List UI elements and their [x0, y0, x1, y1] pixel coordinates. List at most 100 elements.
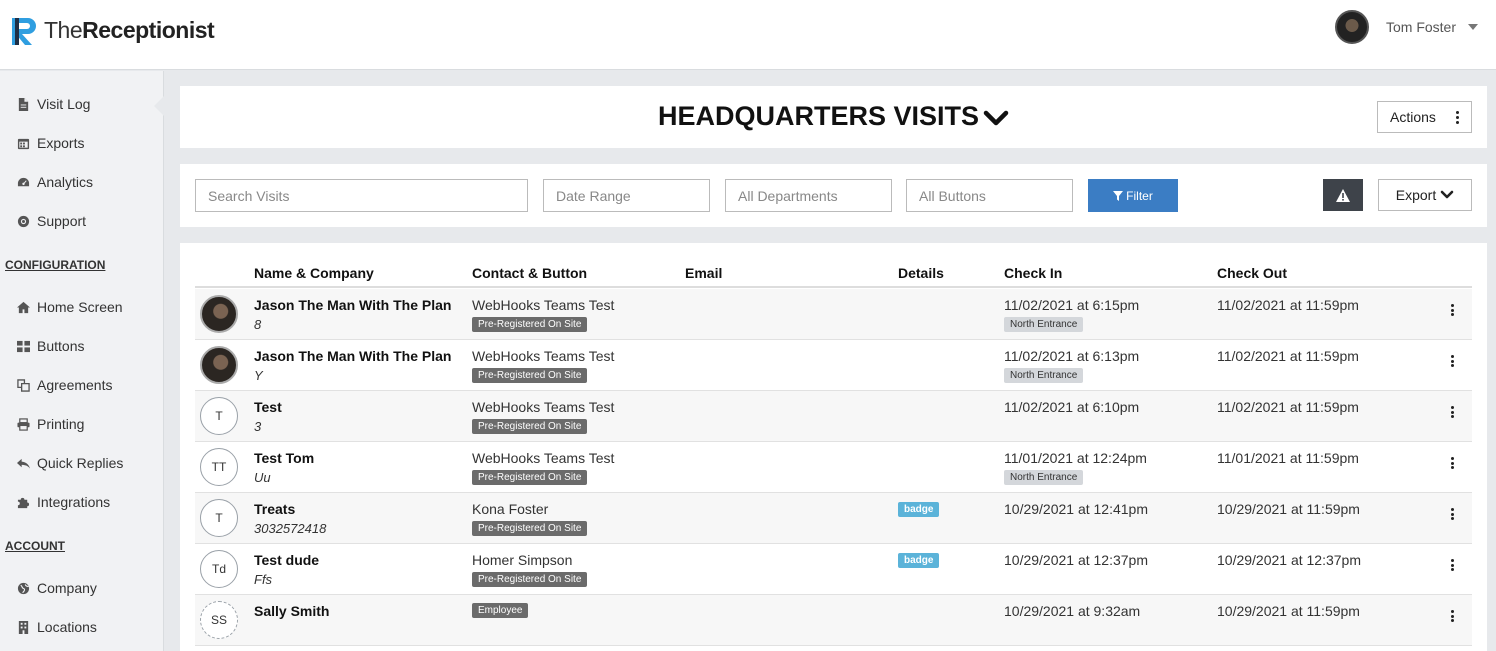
- table-header: Name & Company Contact & Button Email De…: [195, 243, 1472, 288]
- check-out-time: 11/02/2021 at 11:59pm: [1217, 399, 1359, 415]
- sidebar-item-analytics[interactable]: Analytics: [16, 172, 93, 192]
- sidebar-item-exports[interactable]: Exports: [16, 133, 84, 153]
- sidebar-item-home-screen[interactable]: Home Screen: [16, 297, 123, 317]
- location-selector[interactable]: HEADQUARTERS VISITS: [180, 101, 1487, 132]
- column-header[interactable]: Name & Company: [254, 265, 374, 281]
- sidebar-item-label: Printing: [37, 416, 85, 432]
- column-header[interactable]: Check In: [1004, 265, 1062, 281]
- visitor-name[interactable]: Sally Smith: [254, 603, 329, 619]
- contact-name: WebHooks Teams Test: [472, 450, 615, 466]
- chevron-down-icon[interactable]: [1468, 24, 1478, 30]
- sidebar-item-locations[interactable]: Locations: [16, 617, 97, 637]
- column-header[interactable]: Check Out: [1217, 265, 1287, 281]
- buttons-select[interactable]: All Buttons: [906, 179, 1073, 212]
- button-tag: Employee: [472, 603, 529, 618]
- sidebar-item-label: Support: [37, 213, 87, 229]
- user-name[interactable]: Tom Foster: [1386, 19, 1456, 35]
- table-row[interactable]: T Treats 3032572418 Kona Foster Pre-Register…: [195, 493, 1472, 544]
- sidebar-item-label: Integrations: [37, 494, 111, 510]
- visitor-name[interactable]: Test Tom: [254, 450, 314, 466]
- table-row[interactable]: SS Sally Smith Employee 10/29/2021 at 9:32a…: [195, 595, 1472, 646]
- visitor-name[interactable]: Jason The Man With The Plan: [254, 348, 451, 364]
- check-out-time: 11/01/2021 at 11:59pm: [1217, 450, 1359, 466]
- button-tag: Pre-Registered On Site: [472, 521, 588, 536]
- chevron-down-icon: [1440, 190, 1454, 199]
- badge-tag[interactable]: badge: [898, 553, 940, 568]
- avatar[interactable]: [1334, 10, 1369, 44]
- export-label: Export: [1395, 187, 1437, 203]
- table-row[interactable]: Jason The Man With The Plan 8 WebHooks Tea…: [195, 289, 1472, 340]
- row-menu-icon[interactable]: [1451, 508, 1454, 522]
- sidebar-item-company[interactable]: Company: [16, 578, 97, 598]
- contact-name: WebHooks Teams Test: [472, 348, 615, 364]
- avatar: TT: [200, 448, 238, 486]
- visitor-name[interactable]: Jason The Man With The Plan: [254, 297, 451, 313]
- check-out-time: 10/29/2021 at 11:59pm: [1217, 603, 1360, 619]
- table-row[interactable]: T Test 3 WebHooks Teams Test Pre-Registered …: [195, 391, 1472, 442]
- table-row[interactable]: Jason The Man With The Plan Y WebHooks Tea…: [195, 340, 1472, 391]
- check-in-time: 10/29/2021 at 9:32am: [1004, 603, 1141, 619]
- sidebar-item-printing[interactable]: Printing: [16, 414, 84, 434]
- column-header[interactable]: Contact & Button: [472, 265, 587, 281]
- visitor-name[interactable]: Treats: [254, 501, 295, 517]
- contact-name: Homer Simpson: [472, 552, 573, 568]
- column-header[interactable]: Email: [685, 265, 722, 281]
- chevron-down-icon[interactable]: [983, 109, 1009, 127]
- row-menu-icon[interactable]: [1451, 610, 1454, 624]
- visitor-name[interactable]: Test dude: [254, 552, 319, 568]
- search-input[interactable]: Search Visits: [195, 179, 528, 212]
- visitor-company: Y: [254, 368, 263, 383]
- visitor-company: 8: [254, 317, 262, 332]
- button-tag: Pre-Registered On Site: [472, 419, 588, 434]
- row-menu-icon[interactable]: [1451, 559, 1454, 573]
- user-menu[interactable]: Tom Foster: [1334, 10, 1478, 44]
- visitor-company: Uu: [254, 470, 271, 485]
- title-panel: HEADQUARTERS VISITS Actions: [180, 86, 1487, 148]
- avatar: Td: [200, 550, 238, 588]
- funnel-icon: [1113, 190, 1124, 201]
- sidebar-item-visit-log[interactable]: Visit Log: [16, 94, 90, 114]
- filter-button[interactable]: Filter: [1088, 179, 1178, 212]
- visitor-company: 3: [254, 419, 262, 434]
- check-out-time: 10/29/2021 at 11:59pm: [1217, 501, 1360, 517]
- badge-tag[interactable]: badge: [898, 502, 940, 517]
- sidebar-item-integrations[interactable]: Integrations: [16, 492, 110, 512]
- date-range-input[interactable]: Date Range: [543, 179, 710, 212]
- row-menu-icon[interactable]: [1451, 457, 1454, 471]
- sidebar-item-buttons[interactable]: Buttons: [16, 336, 84, 356]
- row-menu-icon[interactable]: [1451, 304, 1454, 318]
- column-header[interactable]: Details: [898, 265, 944, 281]
- alert-button[interactable]: [1323, 179, 1363, 211]
- sidebar-item-label: Home Screen: [37, 299, 123, 315]
- sidebar-item-agreements[interactable]: Agreements: [16, 375, 112, 395]
- row-menu-icon[interactable]: [1451, 406, 1454, 420]
- logo[interactable]: TheReceptionist: [10, 14, 215, 46]
- sidebar-item-label: Visit Log: [37, 96, 91, 112]
- building-icon: [16, 620, 30, 634]
- check-in-time: 11/02/2021 at 6:15pm: [1004, 297, 1140, 313]
- sidebar-item-quick-replies[interactable]: Quick Replies: [16, 453, 123, 473]
- departments-select[interactable]: All Departments: [725, 179, 892, 212]
- check-in-time: 11/02/2021 at 6:10pm: [1004, 399, 1140, 415]
- brand-name: TheReceptionist: [44, 16, 215, 43]
- table-row[interactable]: TT Test Tom Uu WebHooks Teams Test Pre-Regis…: [195, 442, 1472, 493]
- export-button[interactable]: Export: [1378, 179, 1472, 211]
- actions-button[interactable]: Actions: [1377, 101, 1472, 133]
- file-icon: [16, 97, 30, 111]
- visitor-name[interactable]: Test: [254, 399, 282, 415]
- sidebar-item-support[interactable]: Support: [16, 211, 86, 231]
- page-title[interactable]: HEADQUARTERS VISITS: [658, 101, 979, 131]
- check-out-time: 11/02/2021 at 11:59pm: [1217, 348, 1359, 364]
- table-row[interactable]: Td Test dude Ffs Homer Simpson Pre-Registere…: [195, 544, 1472, 595]
- reply-all-icon: [16, 456, 30, 470]
- contact-name: Kona Foster: [472, 501, 549, 517]
- sidebar-item-label: Agreements: [37, 377, 113, 393]
- sidebar-item-label: Quick Replies: [37, 455, 124, 471]
- check-in-time: 11/02/2021 at 6:13pm: [1004, 348, 1140, 364]
- warning-icon: [1336, 188, 1350, 202]
- sidebar-item-label: Buttons: [37, 338, 85, 354]
- calendar-icon: [16, 136, 30, 150]
- lifebuoy-icon: [16, 214, 30, 228]
- kebab-icon: [1456, 111, 1459, 126]
- row-menu-icon[interactable]: [1451, 355, 1454, 369]
